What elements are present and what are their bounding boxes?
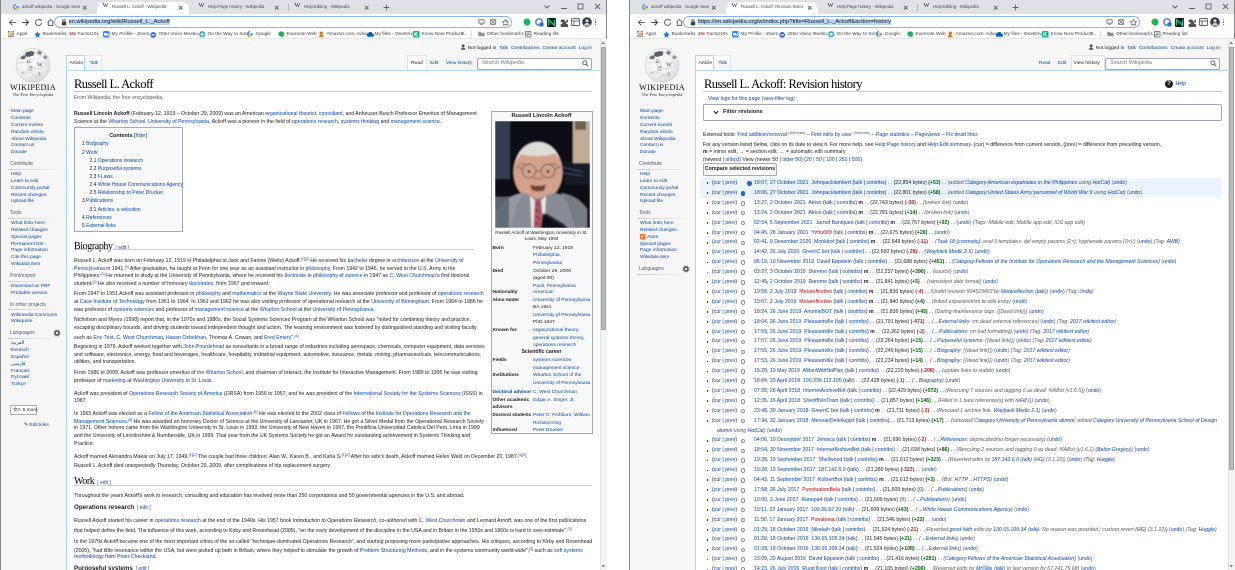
svg-text:旦: 旦: [658, 66, 663, 71]
svg-text:旦: 旦: [29, 66, 34, 71]
svg-text:Ω: Ω: [656, 59, 660, 65]
svg-text:W: W: [666, 63, 672, 69]
svg-text:W: W: [37, 63, 43, 69]
svg-text:Ω: Ω: [27, 59, 31, 65]
